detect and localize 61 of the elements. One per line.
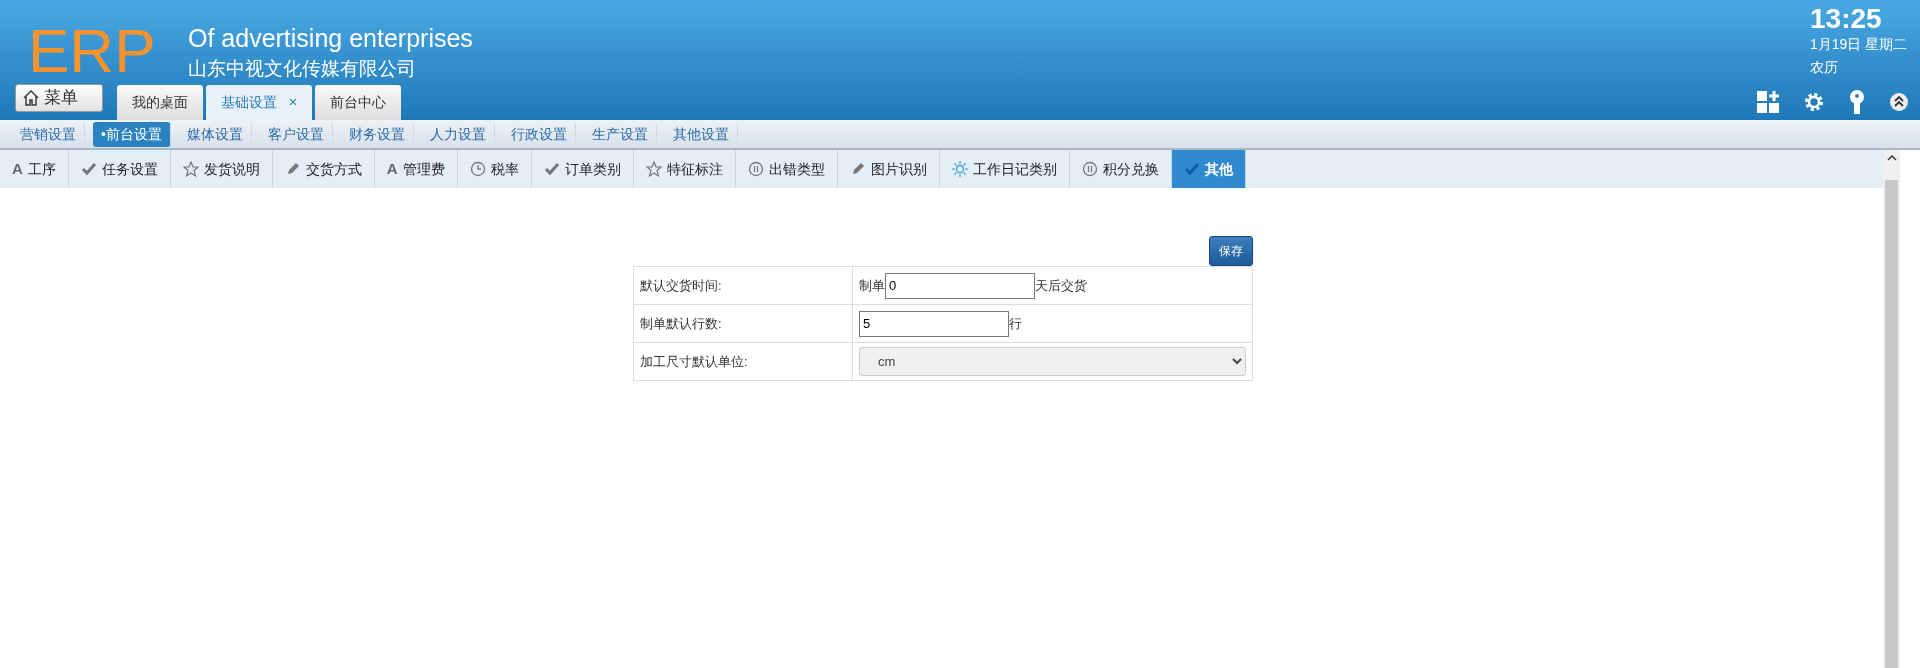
settings-tab[interactable]: 人力设置 bbox=[421, 121, 495, 147]
star-icon bbox=[645, 161, 662, 177]
toolbar-tab[interactable]: 工作日记类别 bbox=[939, 150, 1070, 188]
scroll-up-icon[interactable] bbox=[1886, 154, 1897, 162]
collapse-icon[interactable] bbox=[1889, 92, 1909, 112]
toolbar-tab[interactable]: 交货方式 bbox=[272, 150, 375, 188]
toolbar-tab[interactable]: 订单类别 bbox=[531, 150, 634, 188]
toolbar-tab[interactable]: 发货说明 bbox=[170, 150, 273, 188]
save-button[interactable]: 保存 bbox=[1209, 236, 1253, 266]
check-icon bbox=[1183, 161, 1200, 177]
tab[interactable]: 基础设置 × bbox=[206, 85, 313, 120]
field-label: 制单默认行数: bbox=[633, 304, 853, 343]
settings-tab[interactable]: 媒体设置 bbox=[178, 121, 252, 147]
toolbar-tab[interactable]: A 管理费 bbox=[374, 150, 458, 188]
add-widget-icon[interactable] bbox=[1757, 91, 1779, 113]
menu-button[interactable]: 菜单 bbox=[15, 84, 103, 112]
logo: ERP bbox=[28, 20, 157, 82]
clock-icon bbox=[469, 161, 486, 177]
toolbar-tab[interactable]: 其他 bbox=[1171, 150, 1246, 188]
field-label: 默认交货时间: bbox=[633, 266, 853, 305]
settings-tab[interactable]: 行政设置 bbox=[502, 121, 576, 147]
tab[interactable]: 前台中心 bbox=[315, 85, 402, 120]
toolbar-tab[interactable]: 积分兑换 bbox=[1069, 150, 1172, 188]
settings-tab[interactable]: 其他设置 bbox=[664, 121, 738, 147]
lunar-label: 农历 bbox=[1810, 57, 1839, 77]
settings-tab[interactable]: 财务设置 bbox=[340, 121, 414, 147]
toolbar-tab[interactable]: 出错类型 bbox=[735, 150, 838, 188]
sun-icon bbox=[951, 161, 968, 177]
close-button[interactable]: × bbox=[289, 92, 298, 113]
settings-tab[interactable]: •前台设置 bbox=[93, 121, 171, 147]
pause-icon bbox=[747, 161, 764, 177]
tab[interactable]: 我的桌面 bbox=[117, 85, 203, 120]
scrollbar-thumb[interactable] bbox=[1885, 180, 1898, 668]
settings-tab[interactable]: 营销设置 bbox=[12, 121, 85, 147]
app-title: Of advertising enterprises bbox=[188, 23, 473, 54]
suffix-text: 天后交货 bbox=[1035, 276, 1087, 295]
font-icon: A bbox=[12, 157, 23, 181]
settings-tab[interactable]: 生产设置 bbox=[583, 121, 657, 147]
prefix-text: 制单 bbox=[859, 276, 885, 295]
settings-icon[interactable] bbox=[1803, 91, 1825, 113]
settings-tab[interactable]: 客户设置 bbox=[259, 121, 333, 147]
pause-icon bbox=[1081, 161, 1098, 177]
key-icon[interactable] bbox=[1849, 90, 1865, 114]
input-field[interactable]: 5 bbox=[859, 310, 1009, 337]
toolbar-tab[interactable]: A 工序 bbox=[0, 150, 69, 188]
check-icon bbox=[543, 161, 560, 177]
toolbar-tab[interactable]: 特征标注 bbox=[633, 150, 736, 188]
check-icon bbox=[80, 161, 97, 177]
toolbar-tab[interactable]: 图片识别 bbox=[837, 150, 940, 188]
toolbar-tab[interactable]: 税率 bbox=[457, 150, 532, 188]
clock-date: 1月19日 星期二 bbox=[1810, 34, 1908, 54]
input-field[interactable]: 0 bbox=[885, 272, 1035, 299]
font-icon: A bbox=[386, 157, 398, 181]
star-icon bbox=[182, 161, 199, 177]
home-icon bbox=[22, 89, 40, 107]
field-label: 加工尺寸默认单位: bbox=[633, 342, 853, 381]
clock-time: 13:25 bbox=[1810, 4, 1883, 35]
company-name: 山东中视文化传媒有限公司 bbox=[188, 56, 417, 81]
unit-select[interactable]: cm bbox=[859, 347, 1246, 376]
toolbar-tab[interactable]: 任务设置 bbox=[68, 150, 171, 188]
suffix-text: 行 bbox=[1009, 314, 1022, 333]
